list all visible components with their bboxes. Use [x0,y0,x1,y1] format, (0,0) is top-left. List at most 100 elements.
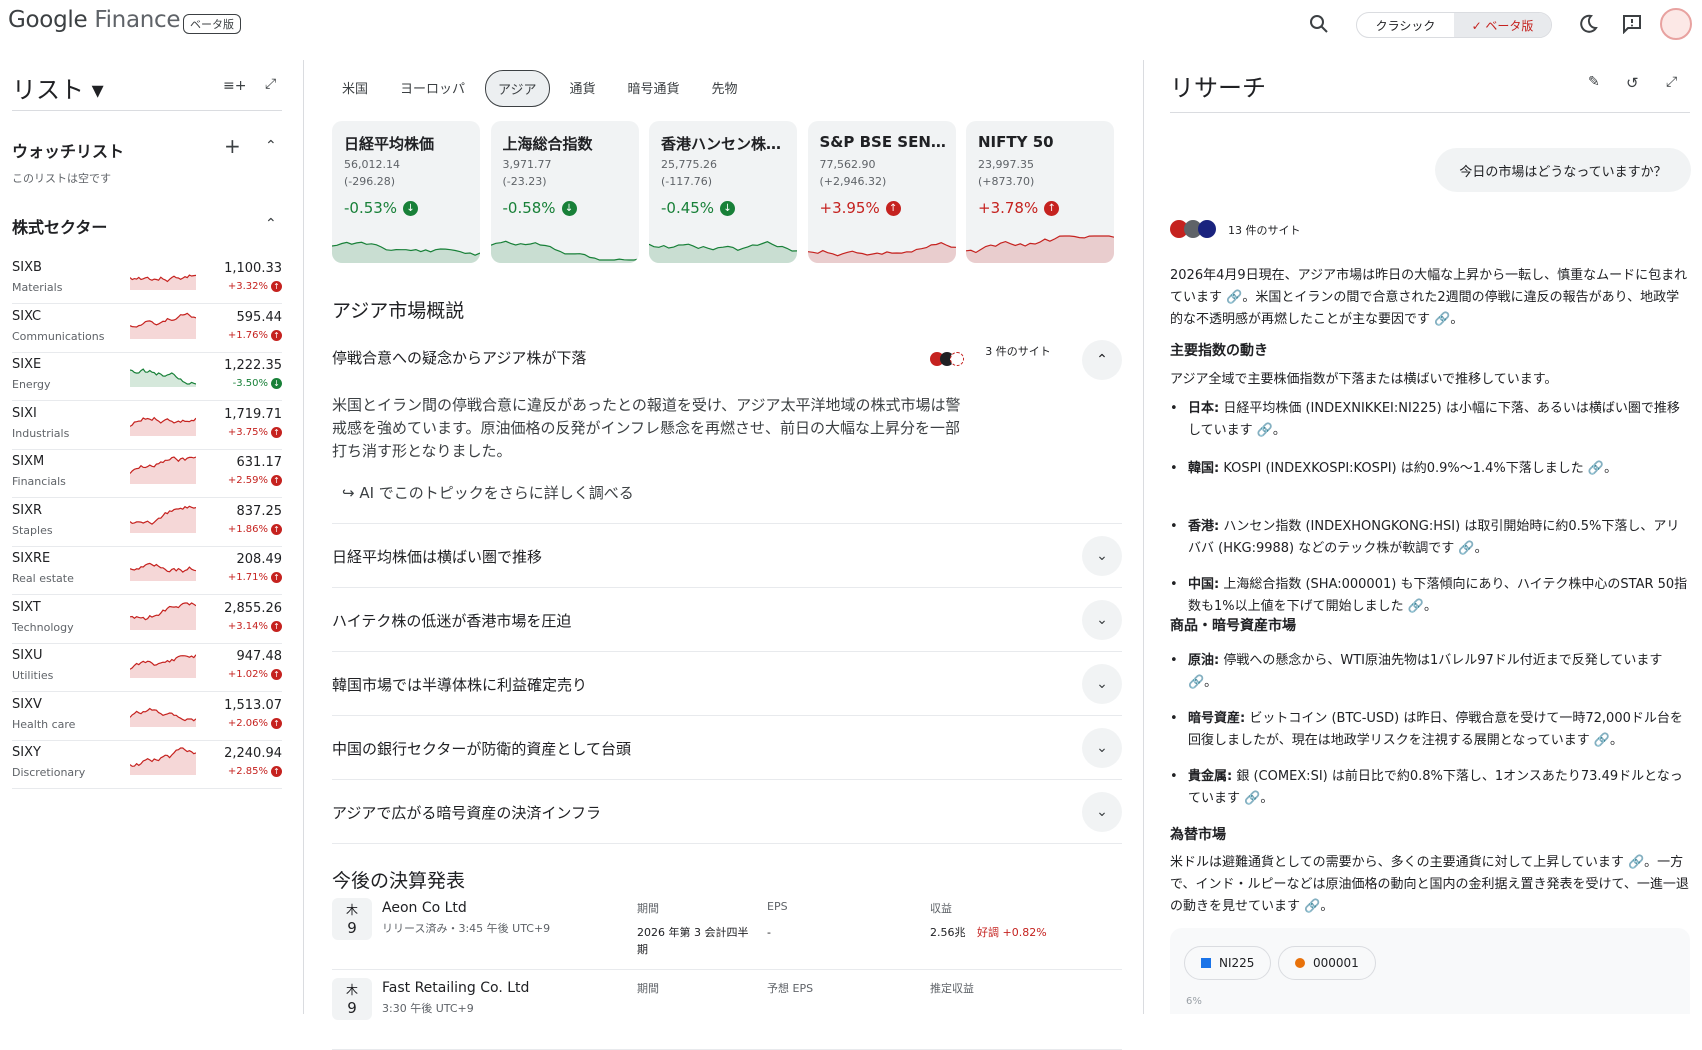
search-icon[interactable] [1307,12,1331,36]
expand-button[interactable]: ⌄ [1082,728,1122,768]
research-bullet: 中国: 上海総合指数 (SHA:000001) も下落傾向にあり、ハイテク株中心… [1170,574,1688,618]
research-bullet: 日本: 日経平均株価 (INDEXNIKKEI:NI225) は小幅に下落、ある… [1170,398,1688,442]
topic-row[interactable]: 中国の銀行セクターが防衛的資産として台頭 ⌄ [332,716,1122,780]
research-title: リサーチ [1170,74,1266,102]
research-bullet: 香港: ハンセン指数 (INDEXHONGKONG:HSI) は取引開始時に約0… [1170,516,1688,560]
sector-symbol: SIXI [12,405,37,421]
collapse-button[interactable]: ⌃ [1082,340,1122,380]
index-change: (-296.28) [344,175,396,188]
sector-row[interactable]: SIXRE Real estate 208.49 +1.71% ↑ [12,543,282,595]
sector-row[interactable]: SIXB Materials 1,100.33 +3.32% ↑ [12,252,282,304]
history-icon[interactable]: ↺ [1626,74,1639,92]
sector-row[interactable]: SIXC Communications 595.44 +1.76% ↑ [12,301,282,353]
add-icon[interactable]: + [224,134,241,158]
topic-row[interactable]: ハイテク株の低迷が香港市場を圧迫 ⌄ [332,588,1122,652]
sector-name: Discretionary [12,766,86,779]
topic-title: ハイテク株の低迷が香港市場を圧迫 [332,612,572,630]
arrow-down-icon: ↓ [561,200,577,216]
earnings-row[interactable]: 木 9 Fast Retailing Co. Ltd 3:30 午後 UTC+9 期間予… [332,978,1122,1050]
tab-futures[interactable]: 先物 [700,70,750,107]
topic-row[interactable]: アジアで広がる暗号資産の決済インフラ ⌄ [332,780,1122,844]
sector-row[interactable]: SIXV Health care 1,513.07 +2.06% ↑ [12,689,282,741]
sector-symbol: SIXE [12,357,42,372]
sector-price: 1,222.35 [224,358,282,373]
beta-badge: ベータ版 [183,14,241,34]
expand-button[interactable]: ⌄ [1082,600,1122,640]
index-percent-value: -0.45% [661,199,715,217]
company-name[interactable]: Fast Retailing Co. Ltd [382,980,529,996]
chevron-up-icon[interactable]: ⌃ [265,138,277,154]
sector-change-value: +1.76% [227,329,268,341]
sector-row[interactable]: SIXE Energy 1,222.35 -3.50% ↓ [12,349,282,401]
earnings-row[interactable]: 木 9 Aeon Co Ltd リリース済み・3:45 午後 UTC+9 期間 2026 … [332,898,1122,970]
sector-row[interactable]: SIXY Discretionary 2,240.94 +2.85% ↑ [12,737,282,789]
tab-europe[interactable]: ヨーロッパ [388,70,477,107]
index-card[interactable]: 日経平均株価 56,012.14 (-296.28) -0.53% ↓ [332,121,480,263]
expand-button[interactable]: ⌄ [1082,664,1122,704]
index-price: 3,971.77 [502,158,552,171]
index-name: S&P BSE SENSEX [819,133,948,151]
edit-icon[interactable]: ✎ [1588,74,1600,90]
dark-mode-icon[interactable] [1576,12,1600,36]
expand-icon[interactable]: ⤢ [1666,74,1677,90]
expand-button[interactable]: ⌄ [1082,536,1122,576]
date-dow: 木 [345,903,358,917]
chip-ni225[interactable]: NI225 [1184,946,1272,980]
sector-row[interactable]: SIXU Utilities 947.48 +1.02% ↑ [12,640,282,692]
research-sources[interactable]: 13 件のサイト [1228,222,1301,238]
date-dow: 木 [345,983,358,997]
tab-asia[interactable]: アジア [485,70,550,107]
sector-change-value: -3.50% [232,378,268,389]
expand-icon[interactable]: ⤢ [265,76,276,92]
index-card[interactable]: 上海総合指数 3,971.77 (-23.23) -0.58% ↓ [490,121,639,263]
company-name[interactable]: Aeon Co Ltd [382,900,467,916]
avatar[interactable] [1660,8,1692,40]
watchlist-title: ウォッチリスト [12,142,125,161]
google-finance-logo[interactable]: Google Finance [8,7,181,33]
expand-button[interactable]: ⌄ [1082,792,1122,832]
bullet-key: 貴金属: [1188,769,1233,784]
tab-crypto[interactable]: 暗号通貨 [616,70,692,107]
sector-change: +3.75% ↑ [228,426,282,438]
sector-row[interactable]: SIXR Staples 837.25 +1.86% ↑ [12,495,282,547]
sector-row[interactable]: SIXI Industrials 1,719.71 +3.75% ↑ [12,398,282,450]
sector-price: 631.17 [236,455,283,470]
beta-toggle[interactable]: ✓ ベータ版 [1454,13,1551,37]
sector-row[interactable]: SIXT Technology 2,855.26 +3.14% ↑ [12,592,282,644]
index-card[interactable]: 香港ハンセン株価指数 25,775.26 (-117.76) -0.45% ↓ [649,121,797,263]
index-card[interactable]: S&P BSE SENSEX 77,562.90 (+2,946.32) +3.95%… [807,121,956,263]
arrow-up-icon: ↑ [271,620,282,632]
topic-row[interactable]: 日経平均株価は横ばい圏で推移 ⌄ [332,524,1122,588]
add-list-icon[interactable]: ≡+ [223,78,246,94]
index-price: 23,997.35 [978,158,1034,171]
list-title[interactable]: リスト ▾ [12,70,104,105]
index-card[interactable]: NIFTY 50 23,997.35 (+873.70) +3.78% ↑ [966,121,1114,263]
index-percent: -0.53% ↓ [344,199,419,217]
sector-row[interactable]: SIXM Financials 631.17 +2.59% ↑ [12,446,282,498]
sector-change-value: +3.32% [227,281,268,292]
chip-000001[interactable]: 000001 [1278,946,1376,980]
top-topic-title[interactable]: 停戦合意への疑念からアジア株が下落 [332,347,586,368]
sector-symbol: SIXY [12,745,41,760]
classic-toggle[interactable]: クラシック [1357,13,1454,37]
sparkline [649,241,797,263]
top-topic-sources[interactable]: 3 件のサイト [983,344,1053,359]
feedback-icon[interactable] [1620,12,1644,36]
divider [12,110,282,111]
chevron-up-icon[interactable]: ⌃ [265,216,277,232]
ai-more-link[interactable]: ↪ AI でこのトピックをさらに詳しく調べる [342,482,634,503]
sector-symbol: SIXC [12,308,42,324]
topic-row[interactable]: 韓国市場では半導体株に利益確定売り ⌄ [332,652,1122,716]
index-percent: +3.78% ↑ [978,199,1060,217]
sector-symbol: SIXU [12,648,43,663]
arrow-up-icon: ↑ [885,200,901,216]
earnings-header: EPS [767,900,788,913]
sector-price: 2,240.94 [224,746,282,761]
tab-us[interactable]: 米国 [330,70,380,107]
arrow-up-icon: ↑ [271,669,282,680]
sector-price: 1,100.33 [224,261,282,276]
sparkline [130,274,196,290]
tab-currency[interactable]: 通貨 [558,70,608,107]
sector-change-value: +1.86% [227,523,268,535]
bullet-key: 日本: [1188,401,1220,416]
